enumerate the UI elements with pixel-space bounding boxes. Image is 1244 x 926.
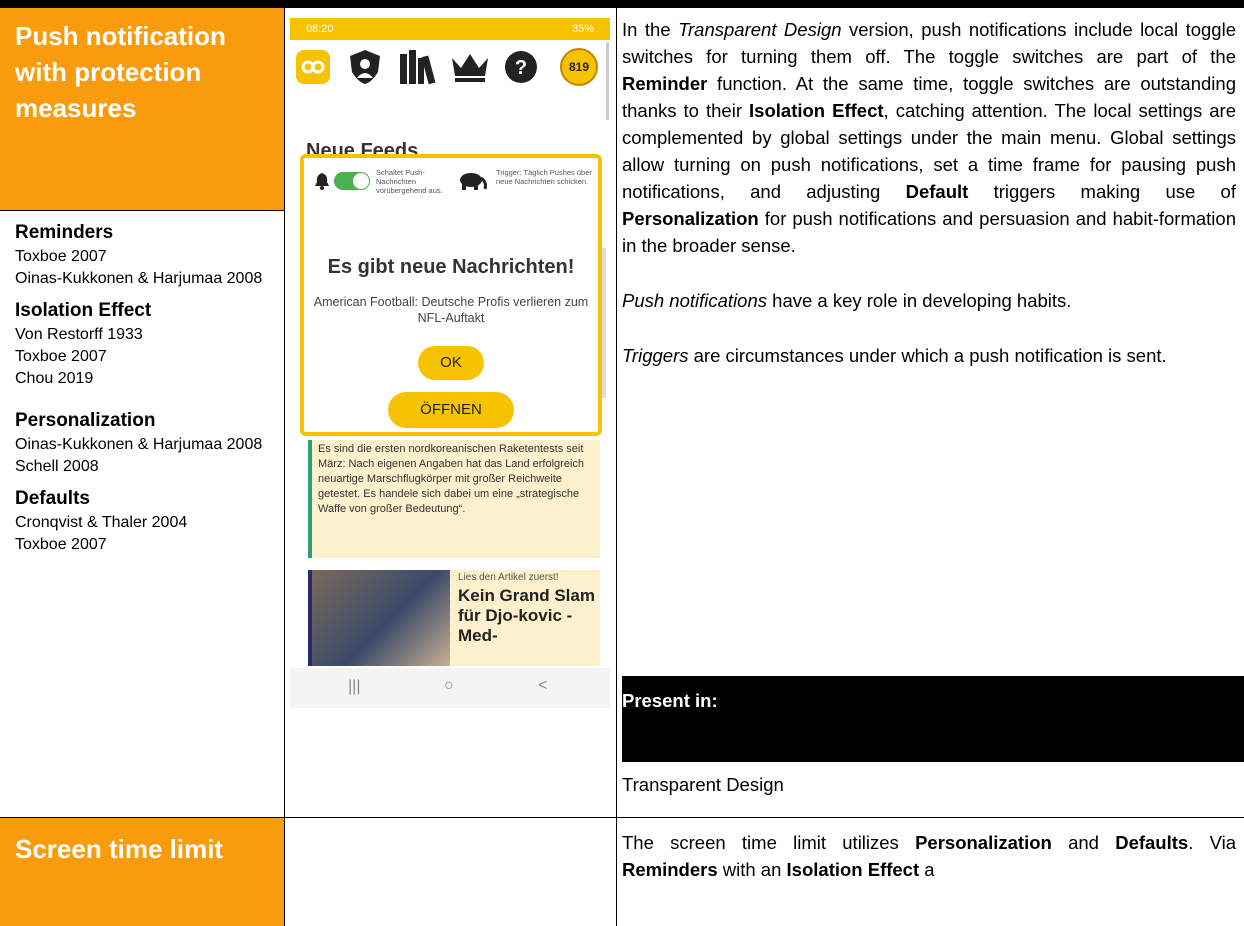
- ref-item: Cronqvist & Thaler 2004: [15, 514, 188, 531]
- elephant-icon: [460, 173, 487, 190]
- description-text: In the Transparent Design version, push …: [622, 16, 1236, 397]
- news-headline: Kein Grand Slam für Djo-kovic - Med-: [458, 586, 595, 645]
- points-badge[interactable]: 819: [560, 48, 598, 86]
- news-kicker: Lies den Artikel zuerst!: [458, 572, 559, 583]
- svg-text:?: ?: [515, 57, 527, 79]
- scrollbar[interactable]: [606, 42, 609, 120]
- open-button[interactable]: ÖFFNEN: [388, 392, 514, 428]
- status-battery: 35%: [571, 23, 594, 35]
- news-card[interactable]: Lies den Artikel zuerst! Kein Grand Slam…: [308, 570, 600, 666]
- ref-item: Toxboe 2007: [15, 348, 107, 365]
- ref-heading: Reminders: [15, 222, 114, 243]
- back-button[interactable]: <: [538, 677, 547, 695]
- ref-heading: Personalization: [15, 410, 156, 431]
- description-paragraph: Push notifications have a key role in de…: [622, 290, 1072, 311]
- notification-dialog: Schaltet Push-Nachrichten vorübergehend …: [300, 154, 602, 436]
- dialog-title: Es gibt neue Nachrichten!: [327, 256, 575, 278]
- android-nav-bar: ||| ○ <: [290, 668, 610, 708]
- app-toolbar: ? 819: [290, 40, 610, 120]
- ref-item: Oinas-Kukkonen & Harjumaa 2008: [15, 436, 263, 453]
- toggle-label: Schaltet Push-Nachrichten vorübergehend …: [376, 168, 443, 195]
- shield-icon[interactable]: [348, 48, 382, 86]
- recent-apps-button[interactable]: |||: [348, 678, 360, 696]
- phone-screenshot: 08:20 35% ? 819 Neue Feeds Schaltet Push…: [290, 18, 610, 708]
- description-paragraph: In the Transparent Design version, push …: [622, 19, 1236, 256]
- ref-item: Oinas-Kukkonen & Harjumaa 2008: [15, 270, 263, 287]
- ok-button[interactable]: OK: [418, 346, 484, 380]
- column-divider: [284, 8, 285, 926]
- dialog-message: American Football: Deutsche Profis verli…: [313, 295, 589, 325]
- present-in-header: Present in:: [622, 676, 1244, 762]
- title-divider: [0, 210, 284, 211]
- library-icon[interactable]: [398, 48, 438, 86]
- crown-icon[interactable]: [450, 52, 490, 82]
- help-icon[interactable]: ?: [504, 50, 538, 84]
- row-title-screen-time: Screen time limit: [0, 818, 284, 926]
- references-list: Reminders Toxboe 2007 Oinas-Kukkonen & H…: [15, 220, 277, 556]
- top-border: [0, 0, 1244, 8]
- ref-item: Schell 2008: [15, 458, 99, 475]
- trigger-label: Trigger: Täglich Pushes über neue Nachri…: [496, 168, 592, 186]
- home-button[interactable]: ○: [444, 677, 454, 695]
- ref-item: Toxboe 2007: [15, 536, 107, 553]
- ref-heading: Isolation Effect: [15, 300, 152, 321]
- description-text-2: The screen time limit utilizes Personali…: [622, 832, 1237, 880]
- column-divider: [616, 8, 617, 926]
- row-title-push-notification: Push notification with protection measur…: [0, 8, 284, 210]
- toggle-row: Schaltet Push-Nachrichten vorübergehend …: [314, 168, 594, 218]
- ref-item: Toxboe 2007: [15, 248, 107, 265]
- ref-heading: Defaults: [15, 488, 90, 509]
- present-in-value: Transparent Design: [622, 774, 784, 795]
- app-logo-icon[interactable]: [296, 50, 330, 84]
- status-time: 08:20: [306, 23, 334, 35]
- ref-item: Von Restorff 1933: [15, 326, 143, 343]
- phone-status-bar: 08:20 35%: [290, 18, 610, 40]
- article-teaser[interactable]: Es sind die ersten nordkoreanischen Rake…: [308, 440, 600, 558]
- push-toggle-switch[interactable]: [334, 172, 370, 190]
- description-paragraph: Triggers are circumstances under which a…: [622, 345, 1167, 366]
- news-image: [312, 570, 450, 666]
- bell-icon: [315, 173, 329, 190]
- ref-item: Chou 2019: [15, 370, 94, 387]
